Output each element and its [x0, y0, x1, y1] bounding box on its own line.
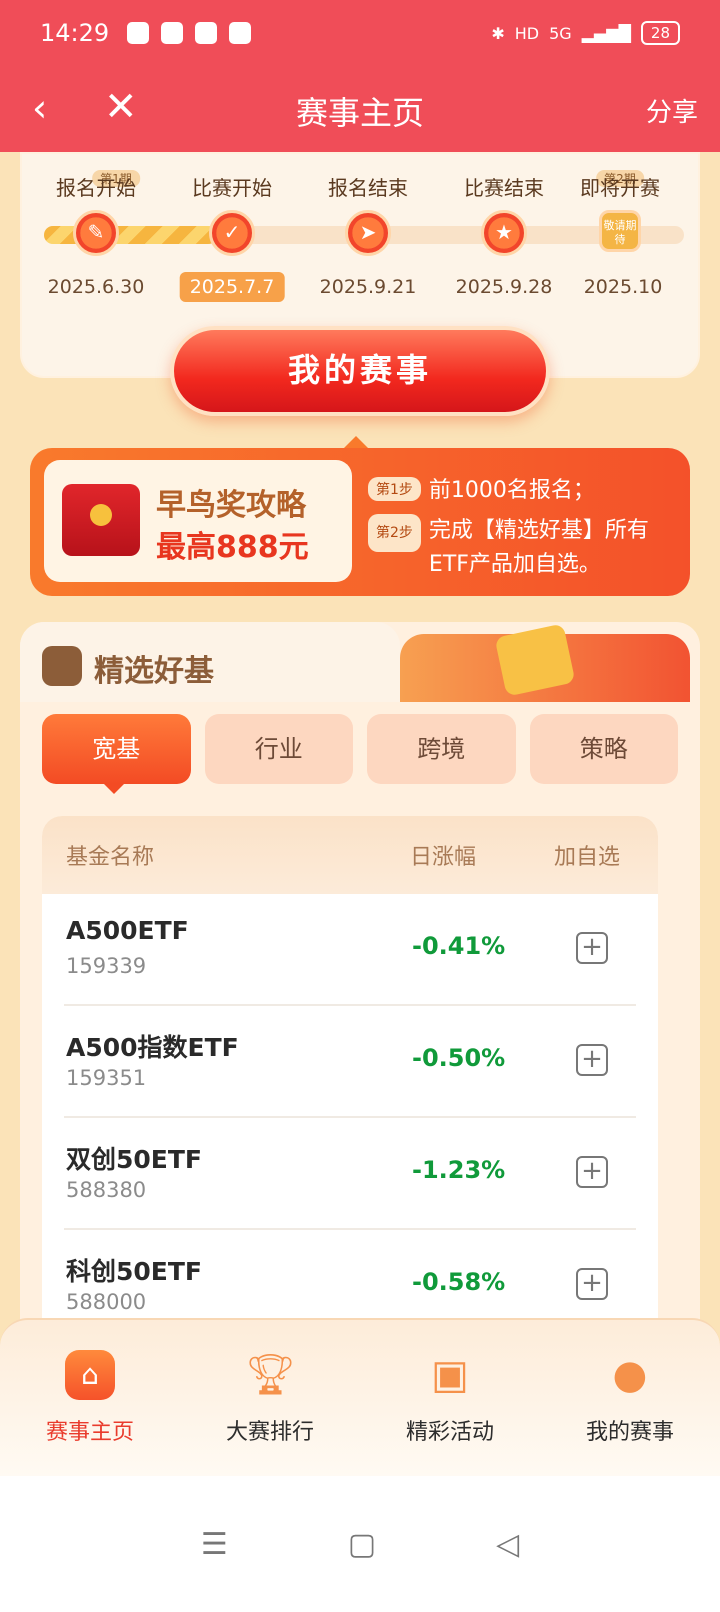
bottom-tab-bar: ⌂ 赛事主页 🏆︎ 大赛排行 ▣ 精彩活动 ● 我的赛事	[0, 1318, 720, 1476]
banner-notch	[344, 436, 368, 448]
tab-home[interactable]: ⌂ 赛事主页	[0, 1320, 180, 1476]
nav-bar: ‹ ✕ 赛事主页 分享	[0, 66, 720, 152]
step-1-badge: 第1步	[368, 477, 421, 501]
column-daily-change: 日涨幅	[410, 845, 477, 870]
home-square-icon[interactable]: ▢	[348, 1527, 376, 1562]
fund-change: -0.41%	[412, 932, 506, 960]
tab-industry[interactable]: 行业	[204, 714, 353, 784]
paper-plane-icon	[229, 22, 252, 44]
battery-indicator: 28	[640, 21, 680, 45]
status-right: ✱ HD 5G ▂▄▆█ 28	[491, 21, 680, 45]
add-icon[interactable]: +	[576, 1268, 608, 1300]
early-bird-title: 早鸟奖攻略	[156, 488, 306, 523]
step-2-text: 完成【精选好基】所有ETF产品加自选。	[428, 518, 649, 577]
add-icon[interactable]: +	[576, 1044, 608, 1076]
tab-broad-base[interactable]: 宽基	[42, 714, 191, 794]
system-nav-bar: ☰ ▢ ◁	[0, 1476, 720, 1612]
step-2-badge: 第2步	[368, 514, 421, 552]
fund-section: 精选好基 宽基 行业 跨境 策略 基金名称 日涨幅 加自选 A500ETF 15…	[20, 622, 700, 1342]
table-row[interactable]: A500指数ETF 159351 -0.50% +	[64, 1006, 636, 1118]
step-1: 第1步 前1000名报名；	[368, 472, 595, 504]
stage-label: 比赛结束	[464, 176, 544, 200]
fund-name: A500指数ETF	[66, 1033, 239, 1062]
stage-date: 2025.10	[583, 276, 663, 298]
add-icon[interactable]: +	[576, 932, 608, 964]
fund-decoration	[400, 623, 690, 702]
early-bird-banner[interactable]: 早鸟奖攻略 最高888元 第1步 前1000名报名； 第2步 完成【精选好基】所有E…	[30, 436, 690, 596]
step-1-text: 前1000名报名；	[428, 478, 595, 503]
status-time: 14:29	[40, 19, 110, 47]
stage-date: 2025.6.30	[47, 276, 145, 298]
user-icon: ●	[612, 1352, 648, 1398]
table-row[interactable]: 双创50ETF 588380 -1.23% +	[64, 1118, 636, 1230]
fund-table: 基金名称 日涨幅 加自选 A500ETF 159339 -0.41% + A50…	[42, 816, 658, 1342]
fund-change: -0.50%	[412, 1044, 506, 1072]
tab-activities[interactable]: ▣ 精彩活动	[360, 1320, 540, 1476]
top-bar: 14:29 ✱ HD 5G ▂▄▆█ 28 ‹ ✕ 赛事主页 分享	[0, 0, 720, 152]
fund-name: 科创50ETF	[66, 1257, 202, 1286]
wechat-icon	[127, 22, 150, 44]
stage-label: 比赛开始	[192, 176, 272, 200]
fund-code: 159339	[66, 954, 147, 978]
stage-label: 即将开赛	[580, 176, 660, 200]
table-header: 基金名称 日涨幅 加自选	[42, 816, 658, 894]
chat-bubble-icon	[195, 22, 218, 44]
network-label: 5G	[549, 23, 572, 43]
step-2: 第2步 完成【精选好基】所有ETF产品加自选。	[368, 514, 659, 582]
trophy-icon: ★	[481, 210, 527, 256]
column-fund-name: 基金名称	[66, 845, 155, 870]
chart-icon	[42, 646, 82, 686]
signal-icon: ▂▄▆█	[581, 23, 631, 43]
tab-my-events[interactable]: ● 我的赛事	[540, 1320, 720, 1476]
tab-label: 大赛排行	[225, 1420, 314, 1445]
check-document-icon: ✓	[209, 210, 255, 256]
status-bar: 14:29 ✱ HD 5G ▂▄▆█ 28	[0, 0, 720, 66]
early-bird-card: 早鸟奖攻略 最高888元	[44, 460, 352, 582]
stage-label: 报名开始	[56, 176, 136, 200]
wallet-icon	[161, 22, 184, 44]
timeline-progress-fill	[44, 226, 217, 244]
stage-date: 2025.9.28	[455, 276, 553, 298]
page-title: 赛事主页	[295, 94, 424, 132]
home-icon: ⌂	[65, 1350, 115, 1400]
chart-cube-icon	[494, 623, 576, 697]
fund-tabs: 宽基 行业 跨境 策略	[42, 714, 678, 794]
back-triangle-icon[interactable]: ◁	[496, 1527, 519, 1562]
fund-change: -1.23%	[412, 1156, 506, 1184]
table-row[interactable]: A500ETF 159339 -0.41% +	[64, 894, 636, 1006]
tab-cross-border[interactable]: 跨境	[367, 714, 516, 784]
stage-date-active: 2025.7.7	[179, 272, 285, 302]
column-add-watchlist: 加自选	[554, 845, 621, 870]
fund-change: -0.58%	[412, 1268, 506, 1296]
my-event-button[interactable]: 我的赛事	[170, 326, 550, 416]
tab-strategy[interactable]: 策略	[529, 714, 678, 784]
fund-name: A500ETF	[66, 916, 189, 945]
fund-code: 588000	[66, 1290, 147, 1314]
red-envelope-icon	[62, 484, 140, 556]
paper-plane-icon: ➤	[345, 210, 391, 256]
tab-label: 我的赛事	[585, 1420, 674, 1445]
gift-icon: ▣	[431, 1352, 469, 1398]
tab-label: 赛事主页	[45, 1420, 134, 1445]
menu-icon[interactable]: ☰	[201, 1527, 228, 1562]
fund-code: 159351	[66, 1066, 147, 1090]
fund-title: 精选好基	[94, 654, 214, 689]
sign-up-icon: ✎	[73, 210, 119, 256]
add-icon[interactable]: +	[576, 1156, 608, 1188]
stage-label: 报名结束	[328, 176, 408, 200]
trophy-icon: 🏆︎	[245, 1352, 296, 1398]
share-button[interactable]: 分享	[646, 92, 698, 129]
tab-label: 精彩活动	[405, 1420, 494, 1445]
tab-ranking[interactable]: 🏆︎ 大赛排行	[180, 1320, 360, 1476]
hd-badge: HD	[514, 23, 540, 43]
fund-header: 精选好基	[20, 622, 400, 702]
early-bird-prize: 最高888元	[156, 530, 309, 565]
fund-code: 588380	[66, 1178, 147, 1202]
stay-tuned-badge: 敬请期待	[599, 210, 641, 252]
stage-date: 2025.9.21	[319, 276, 417, 298]
fund-name: 双创50ETF	[66, 1145, 202, 1174]
bluetooth-icon: ✱	[491, 23, 505, 43]
